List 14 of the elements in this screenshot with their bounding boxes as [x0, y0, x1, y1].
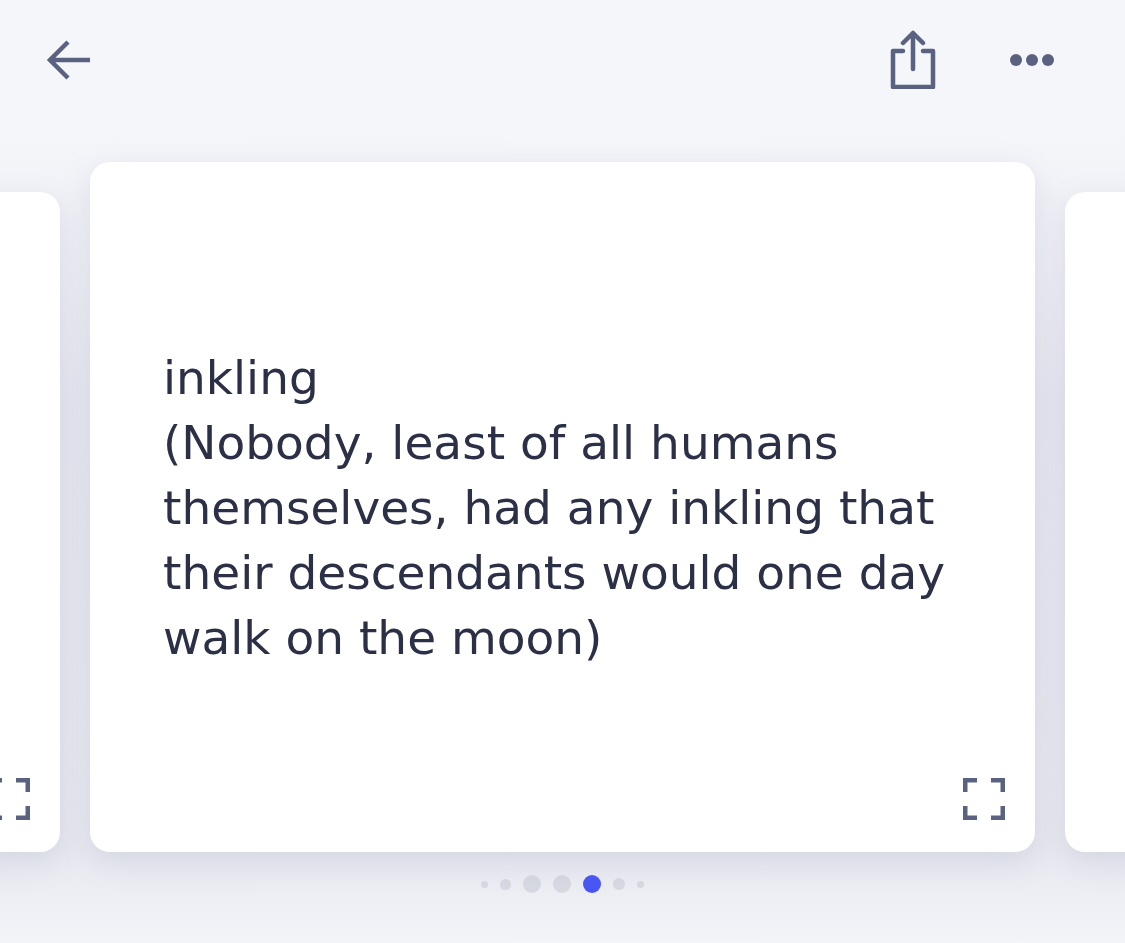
page-dot[interactable]: [481, 880, 488, 888]
page-dot[interactable]: [637, 880, 644, 888]
expand-icon[interactable]: [963, 778, 1005, 820]
share-icon[interactable]: [889, 29, 937, 89]
page-dot[interactable]: [523, 875, 541, 893]
flashcard[interactable]: inkling (Nobody, least of all humans themselves, had any inkling that their descendants would one day walk on the moon): [90, 162, 1035, 852]
page-dot[interactable]: [500, 878, 511, 890]
page-dot[interactable]: [553, 875, 571, 893]
more-icon[interactable]: [1009, 53, 1055, 67]
expand-icon[interactable]: [0, 778, 30, 820]
term-text: inkling: [163, 348, 320, 407]
page-dot[interactable]: [583, 875, 601, 893]
example-text: (Nobody, least of all humans themselves, had any inkling that their descendants would one day walk on the moon): [163, 413, 947, 667]
page-dot[interactable]: [613, 878, 625, 890]
